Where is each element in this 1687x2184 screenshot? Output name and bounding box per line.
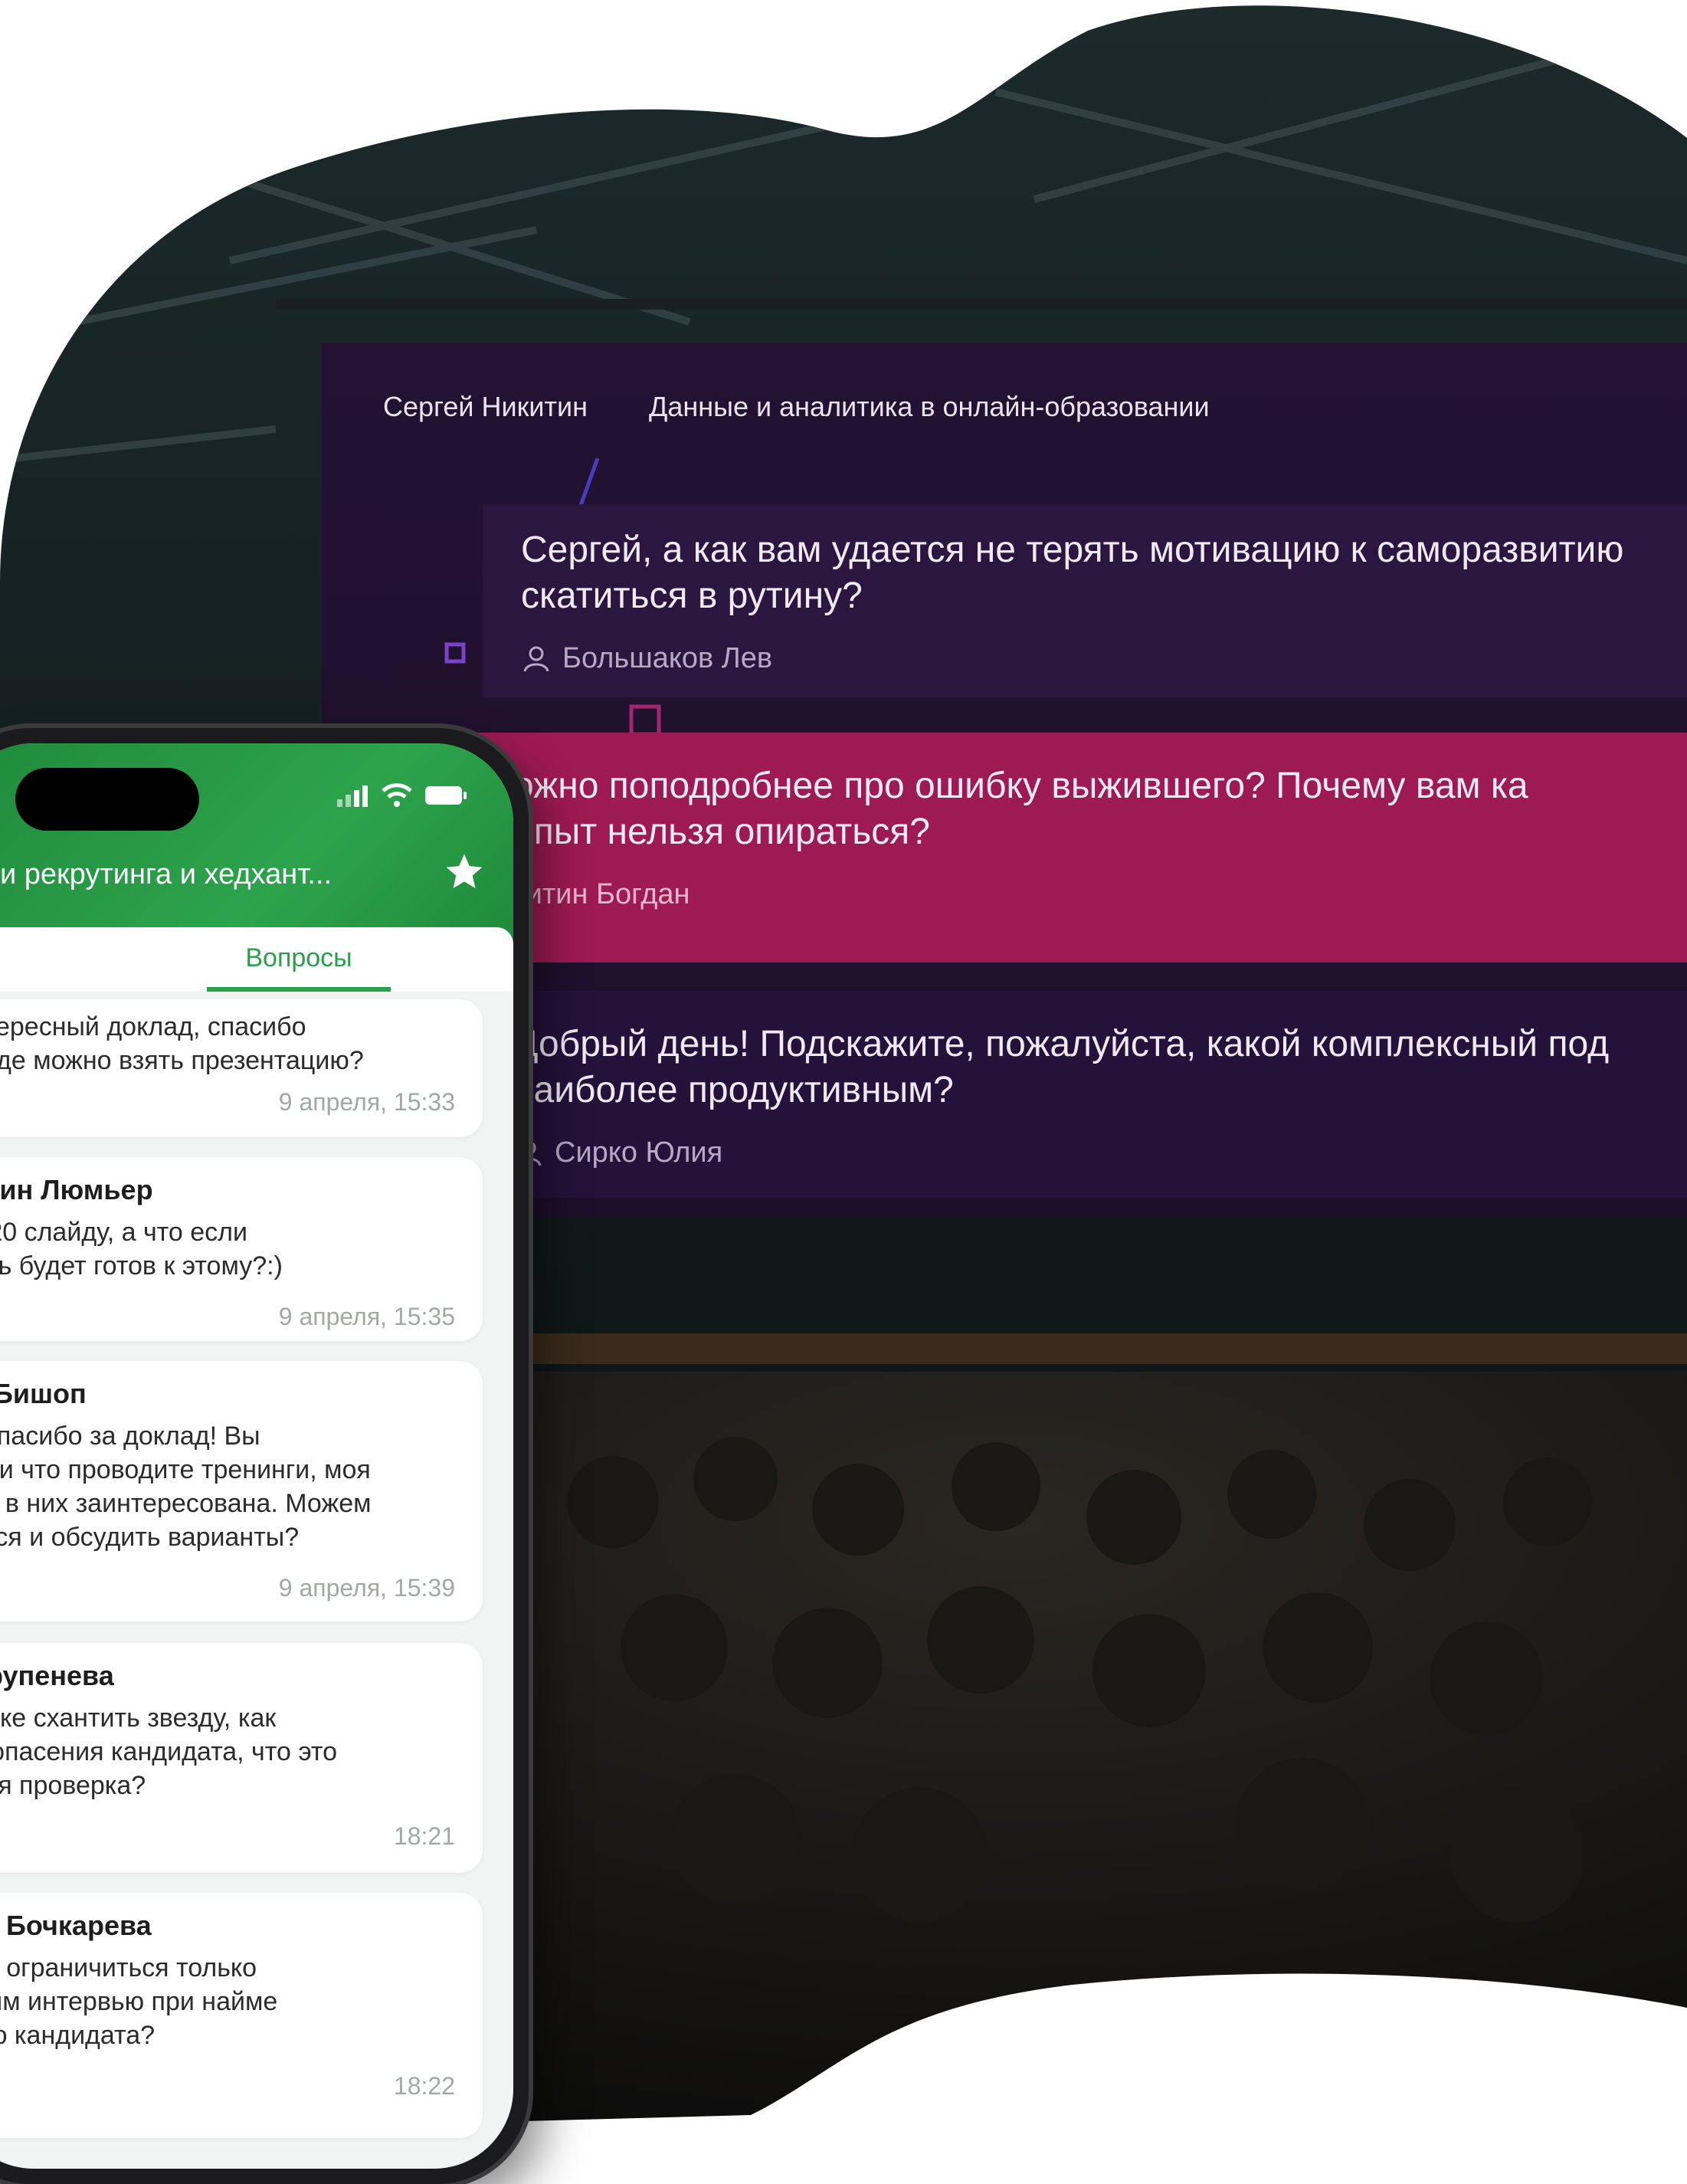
message-time: 9 апреля, 15:35 — [278, 1303, 455, 1330]
author-name: Большаков Лев — [562, 642, 773, 674]
phone-mockup: и рекрутинга и хедхант... Вопросы нтерес… — [0, 728, 529, 2184]
battery-icon — [425, 786, 467, 805]
message-time: 18:22 — [393, 2072, 455, 2100]
question-text: Сергей, а как вам удается не терять моти… — [521, 530, 1624, 616]
signal-icon — [337, 785, 368, 807]
author-name: ка Бочкарева — [0, 1910, 152, 1941]
question-author: Сирко Юлия — [513, 1136, 1687, 1169]
question-text: ожно поподробнее про ошибку выжившего? П… — [513, 766, 1528, 852]
author-name: Сирко Юлия — [555, 1136, 723, 1169]
author-name: китин Богдан — [513, 878, 690, 910]
message-text: ытке схантить звезду, как ь опасения кан… — [0, 1704, 338, 1800]
question-text: Добрый день! Подскажите, пожалуйста, как… — [513, 1024, 1610, 1110]
author-name: нтин Люмьер — [0, 1174, 153, 1205]
question-card: Добрый день! Подскажите, пожалуйста, как… — [467, 991, 1687, 1198]
question-message[interactable]: нтересный доклад, спасибо ! Где можно вз… — [0, 999, 483, 1137]
event-title: и рекрутинга и хедхант... — [0, 858, 332, 890]
status-bar — [336, 783, 467, 808]
question-card: Сергей, а как вам удается не терять моти… — [483, 504, 1687, 697]
message-text: к 20 слайду, а что если ель будет готов … — [0, 1218, 283, 1281]
dynamic-island — [15, 768, 199, 831]
tab-bar: Вопросы — [0, 927, 513, 992]
message-time: 9 апреля, 15:39 — [278, 1574, 455, 1602]
author-name: Крупенева — [0, 1660, 114, 1691]
favorite-star-icon[interactable] — [443, 851, 486, 894]
question-message[interactable]: нтин Люмьер к 20 слайду, а что если ель … — [0, 1157, 483, 1341]
message-time: 18:21 — [393, 1822, 455, 1850]
question-message[interactable]: Крупенева ытке схантить звезду, как ь оп… — [0, 1643, 483, 1873]
talk-title: Данные и аналитика в онлайн-образовании — [648, 391, 1210, 422]
question-author: китин Богдан — [513, 878, 1687, 911]
message-text: , спасибо за доклад! Вы али что проводит… — [0, 1422, 372, 1552]
phone-screen: и рекрутинга и хедхант... Вопросы нтерес… — [0, 743, 513, 2169]
question-message[interactable]: ка Бочкарева ли ограничиться только ным … — [0, 1893, 483, 2138]
app-header: и рекрутинга и хедхант... — [0, 743, 513, 950]
author-name: я Бишоп — [0, 1378, 87, 1409]
screen-header: Сергей Никитин Данные и аналитика в онла… — [383, 391, 1210, 423]
speaker-name: Сергей Никитин — [383, 391, 588, 422]
question-message[interactable]: я Бишоп , спасибо за доклад! Вы али что … — [0, 1361, 483, 1622]
message-text: нтересный доклад, спасибо ! Где можно вз… — [0, 1012, 364, 1075]
user-icon — [523, 646, 549, 672]
question-card-highlighted: ожно поподробнее про ошибку выжившего? П… — [467, 733, 1687, 962]
tab-questions[interactable]: Вопросы — [207, 927, 391, 992]
decor-square — [444, 642, 466, 664]
question-author: Большаков Лев — [521, 642, 1687, 675]
message-time: 9 апреля, 15:33 — [278, 1088, 455, 1116]
message-text: ли ограничиться только ным интервью при … — [0, 1953, 278, 2050]
wifi-icon — [382, 783, 412, 807]
